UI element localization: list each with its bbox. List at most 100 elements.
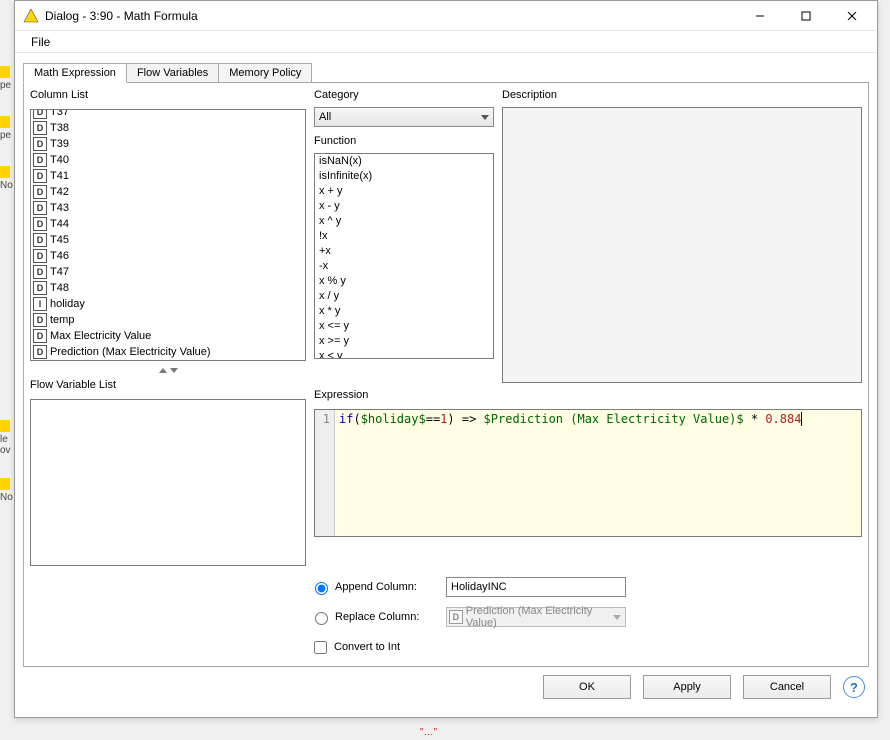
help-button[interactable]: ? xyxy=(843,676,865,698)
cancel-button[interactable]: Cancel xyxy=(743,675,831,699)
function-list-item[interactable]: x >= y xyxy=(315,334,493,349)
column-name: T46 xyxy=(50,249,69,263)
tab-math-expression[interactable]: Math Expression xyxy=(23,63,127,83)
convert-to-int-checkbox[interactable] xyxy=(314,641,327,654)
tabstrip: Math Expression Flow Variables Memory Po… xyxy=(23,61,869,83)
function-list-item[interactable]: x - y xyxy=(315,199,493,214)
category-function-pane: Category All Function isNaN(x)isInfinite… xyxy=(314,89,494,383)
button-label: Cancel xyxy=(770,681,804,693)
dtype-icon: D xyxy=(449,610,463,624)
dtype-icon: D xyxy=(33,121,47,135)
column-list-item[interactable]: DT39 xyxy=(31,136,305,152)
bg-text: No xyxy=(0,492,13,503)
bg-node-marker xyxy=(0,116,10,128)
column-list-item[interactable]: DT45 xyxy=(31,232,305,248)
column-name: T37 xyxy=(50,109,69,119)
column-list-item[interactable]: DPrediction (Max Electricity Value) xyxy=(31,344,305,360)
dtype-icon: D xyxy=(33,233,47,247)
function-list-item[interactable]: -x xyxy=(315,259,493,274)
column-list-item[interactable]: DT38 xyxy=(31,120,305,136)
column-list[interactable]: DT37DT38DT39DT40DT41DT42DT43DT44DT45DT46… xyxy=(30,109,306,361)
column-list-label: Column List xyxy=(30,89,306,101)
column-name: T41 xyxy=(50,169,69,183)
flow-variable-list[interactable] xyxy=(30,399,306,566)
window-title: Dialog - 3:90 - Math Formula xyxy=(45,9,737,23)
description-box[interactable] xyxy=(502,107,862,383)
column-name: T48 xyxy=(50,281,69,295)
column-list-item[interactable]: DT43 xyxy=(31,200,305,216)
button-label: OK xyxy=(579,681,595,693)
right-top-grid: Category All Function isNaN(x)isInfinite… xyxy=(314,89,862,383)
close-button[interactable] xyxy=(829,1,875,31)
bg-node-marker xyxy=(0,166,10,178)
apply-button[interactable]: Apply xyxy=(643,675,731,699)
function-list-item[interactable]: x ^ y xyxy=(315,214,493,229)
tab-label: Memory Policy xyxy=(229,67,301,79)
column-list-item[interactable]: DT41 xyxy=(31,168,305,184)
column-list-item[interactable]: DT40 xyxy=(31,152,305,168)
column-name: T40 xyxy=(50,153,69,167)
expression-editor[interactable]: 1 if($holiday$==1) => $Prediction (Max E… xyxy=(314,409,862,537)
column-name: T42 xyxy=(50,185,69,199)
minimize-button[interactable] xyxy=(737,1,783,31)
function-list-item[interactable]: x < y xyxy=(315,349,493,359)
append-column-label: Append Column: xyxy=(335,581,417,593)
function-list-item[interactable]: isInfinite(x) xyxy=(315,169,493,184)
expression-gutter: 1 xyxy=(315,410,335,536)
function-list-item[interactable]: x % y xyxy=(315,274,493,289)
category-value: All xyxy=(319,111,331,123)
function-list-item[interactable]: +x xyxy=(315,244,493,259)
menubar: File xyxy=(15,31,877,53)
column-list-item[interactable]: DT37 xyxy=(31,109,305,120)
column-name: T38 xyxy=(50,121,69,135)
append-column-row: Append Column: xyxy=(310,574,862,600)
dtype-icon: I xyxy=(33,297,47,311)
append-column-name-input[interactable] xyxy=(446,577,626,597)
convert-to-int-row: Convert to Int xyxy=(310,634,862,660)
column-list-item[interactable]: DMax Electricity Value xyxy=(31,328,305,344)
bg-text: No xyxy=(0,180,13,191)
category-combo[interactable]: All xyxy=(314,107,494,127)
function-list[interactable]: isNaN(x)isInfinite(x)x + yx - yx ^ y!x+x… xyxy=(314,153,494,359)
dtype-icon: D xyxy=(33,345,47,359)
ok-button[interactable]: OK xyxy=(543,675,631,699)
append-column-option[interactable]: Append Column: xyxy=(310,579,440,595)
tab-memory-policy[interactable]: Memory Policy xyxy=(218,63,312,83)
tab-flow-variables[interactable]: Flow Variables xyxy=(126,63,219,83)
column-name: Max Electricity Value xyxy=(50,329,151,343)
convert-to-int-option[interactable]: Convert to Int xyxy=(310,638,400,657)
column-name: T47 xyxy=(50,265,69,279)
left-column: Column List DT37DT38DT39DT40DT41DT42DT43… xyxy=(30,89,306,566)
append-column-radio[interactable] xyxy=(315,582,328,595)
bg-node-marker xyxy=(0,478,10,490)
column-list-item[interactable]: DT47 xyxy=(31,264,305,280)
column-list-item[interactable]: DT44 xyxy=(31,216,305,232)
maximize-button[interactable] xyxy=(783,1,829,31)
column-list-item[interactable]: Dtemp xyxy=(31,312,305,328)
splitter-handle[interactable] xyxy=(30,367,306,373)
dtype-icon: D xyxy=(33,153,47,167)
function-list-item[interactable]: x / y xyxy=(315,289,493,304)
column-list-item[interactable]: DT48 xyxy=(31,280,305,296)
replace-column-option[interactable]: Replace Column: xyxy=(310,609,440,625)
window-buttons xyxy=(737,1,875,31)
function-list-item[interactable]: isNaN(x) xyxy=(315,154,493,169)
column-name: T39 xyxy=(50,137,69,151)
tab-label: Flow Variables xyxy=(137,67,208,79)
bg-text: pe xyxy=(0,80,11,91)
menu-file[interactable]: File xyxy=(23,33,58,51)
column-list-item[interactable]: DT42 xyxy=(31,184,305,200)
dtype-icon: D xyxy=(33,137,47,151)
column-list-item[interactable]: DT46 xyxy=(31,248,305,264)
dtype-icon: D xyxy=(33,249,47,263)
replace-column-radio[interactable] xyxy=(315,612,328,625)
function-list-item[interactable]: x + y xyxy=(315,184,493,199)
function-list-item[interactable]: x * y xyxy=(315,304,493,319)
dialog-window: Dialog - 3:90 - Math Formula File Math E… xyxy=(14,0,878,718)
column-name: holiday xyxy=(50,297,85,311)
column-list-item[interactable]: Iholiday xyxy=(31,296,305,312)
app-icon xyxy=(23,8,39,24)
column-name: Prediction (Max Electricity Value) xyxy=(50,345,211,359)
function-list-item[interactable]: !x xyxy=(315,229,493,244)
function-list-item[interactable]: x <= y xyxy=(315,319,493,334)
